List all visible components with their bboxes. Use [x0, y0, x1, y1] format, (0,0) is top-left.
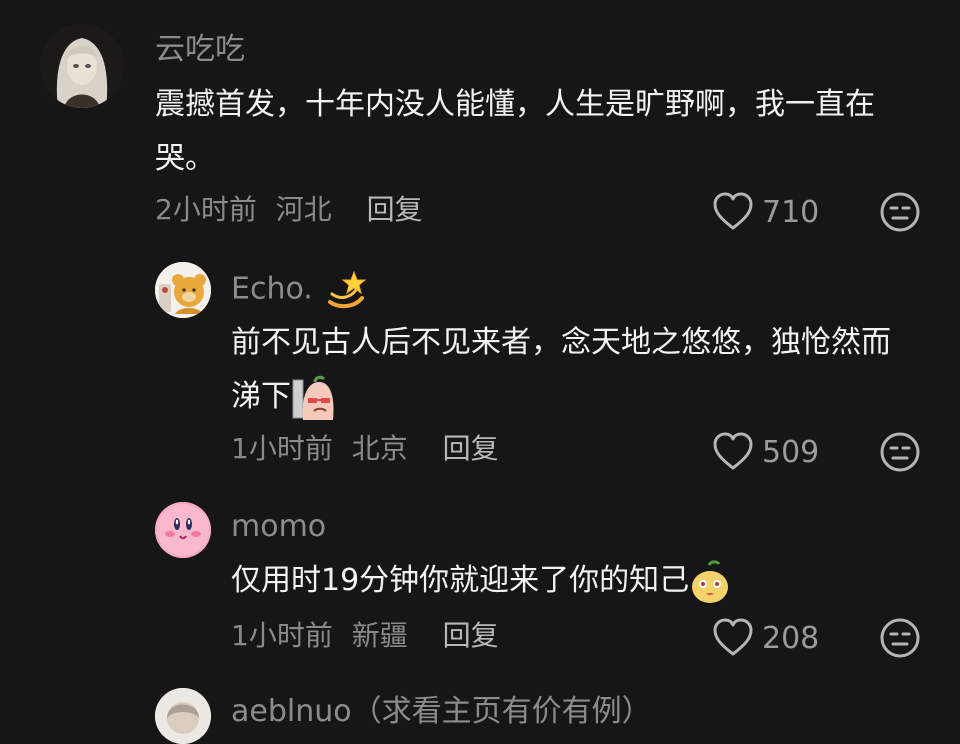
avatar[interactable] — [155, 502, 211, 558]
like-count: 509 — [762, 434, 820, 470]
comment-meta: 2小时前 河北 回复 — [155, 190, 423, 230]
comment-time: 2小时前 — [155, 193, 257, 226]
reply-button[interactable]: 回复 — [367, 193, 423, 226]
comment-meta: 1小时前 新疆 回复 — [231, 616, 499, 656]
reply-button[interactable]: 回复 — [443, 432, 499, 465]
pear-face-emoji-icon — [692, 559, 729, 603]
comment-username-row: Echo. — [231, 268, 368, 312]
comment-time: 1小时前 — [231, 619, 333, 652]
heart-icon — [713, 432, 753, 470]
avatar[interactable] — [40, 24, 124, 108]
meh-face-icon — [880, 432, 920, 472]
comment-time: 1小时前 — [231, 432, 333, 465]
dislike-button[interactable] — [878, 430, 922, 474]
comment-username[interactable]: momo — [231, 507, 326, 547]
bear-plush-avatar-icon — [155, 262, 211, 318]
comment-username[interactable]: aeblnuo（求看主页有价有例） — [231, 692, 652, 732]
comment-location: 河北 — [275, 193, 332, 226]
kirby-avatar-icon — [155, 502, 211, 558]
avatar[interactable] — [155, 688, 211, 744]
like-button[interactable]: 208 — [712, 616, 819, 660]
dislike-button[interactable] — [878, 616, 922, 660]
comment-meta: 1小时前 北京 回复 — [231, 429, 499, 469]
reply-button[interactable]: 回复 — [443, 619, 499, 652]
comment-text-block[interactable]: 仅用时19分钟你就迎来了你的知己 — [231, 554, 911, 608]
comment-location: 新疆 — [351, 619, 408, 652]
like-count: 208 — [762, 620, 820, 656]
like-button[interactable]: 710 — [712, 190, 819, 234]
comment-username[interactable]: 云吃吃 — [155, 30, 245, 70]
heart-icon — [713, 192, 753, 230]
like-count: 710 — [762, 194, 820, 230]
dizzy-star-icon — [328, 270, 367, 309]
crying-peach-emoji-icon — [292, 375, 334, 420]
illustrated-girl-avatar-icon — [155, 688, 211, 744]
dislike-button[interactable] — [878, 190, 922, 234]
comment-text[interactable]: 震撼首发，十年内没人能懂，人生是旷野啊，我一直在哭。 — [155, 78, 925, 186]
meh-face-icon — [880, 618, 920, 658]
like-button[interactable]: 509 — [712, 430, 819, 474]
comment-text-block[interactable]: 前不见古人后不见来者，念天地之悠悠，独怆然而涕下 — [231, 316, 911, 424]
silver-haired-doll-avatar-icon — [40, 24, 124, 108]
comment-text: 仅用时19分钟你就迎来了你的知己 — [231, 563, 690, 598]
avatar[interactable] — [155, 262, 211, 318]
heart-icon — [713, 618, 753, 656]
meh-face-icon — [880, 192, 920, 232]
comment-location: 北京 — [351, 432, 408, 465]
comment-username[interactable]: Echo. — [231, 272, 313, 307]
